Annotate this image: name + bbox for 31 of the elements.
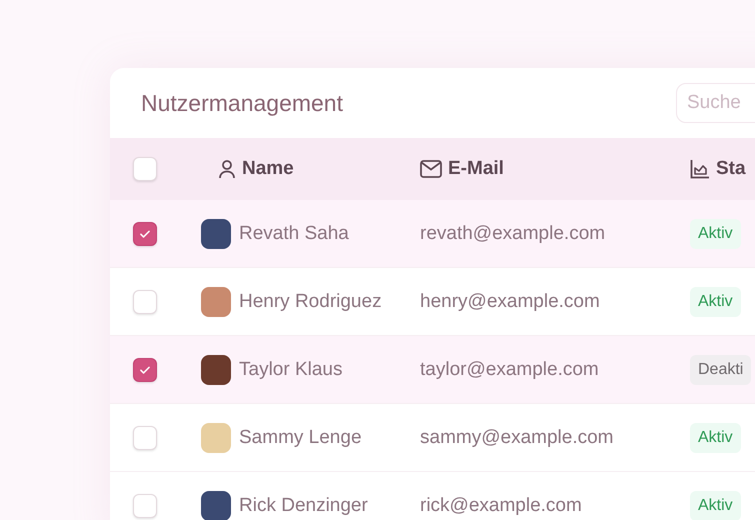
status-badge: Aktiv (690, 422, 741, 452)
user-email: rick@example.com (420, 494, 582, 516)
user-name: Henry Rodriguez (239, 290, 382, 312)
row-checkbox[interactable] (133, 358, 157, 382)
user-email: sammy@example.com (420, 426, 614, 448)
search-field[interactable]: Suche (676, 83, 755, 123)
status-badge: Aktiv (690, 286, 741, 316)
status-badge: Aktiv (690, 490, 741, 520)
column-header[interactable]: Name (242, 158, 294, 180)
user-name: Taylor Klaus (239, 358, 342, 380)
select-all-checkbox[interactable] (133, 157, 157, 181)
mail-icon (420, 160, 442, 178)
page-title: Nutzermanagement (141, 90, 343, 116)
chart-icon (690, 159, 710, 179)
user-email: revath@example.com (420, 222, 606, 244)
avatar (201, 354, 231, 384)
avatar (201, 218, 231, 248)
avatar (201, 490, 231, 520)
user-name: Revath Saha (239, 222, 349, 244)
status-badge: Aktiv (690, 218, 741, 248)
person-icon (218, 159, 236, 179)
avatar (201, 286, 231, 316)
user-email: henry@example.com (420, 290, 600, 312)
user-name: Sammy Lenge (239, 426, 362, 448)
column-header[interactable]: E-Mail (448, 158, 504, 180)
avatar (201, 422, 231, 452)
user-name: Rick Denzinger (239, 494, 368, 516)
row-checkbox[interactable] (133, 222, 157, 246)
user-email: taylor@example.com (420, 358, 599, 380)
column-header[interactable]: Sta (716, 158, 746, 180)
status-badge: Deakti (690, 354, 752, 384)
